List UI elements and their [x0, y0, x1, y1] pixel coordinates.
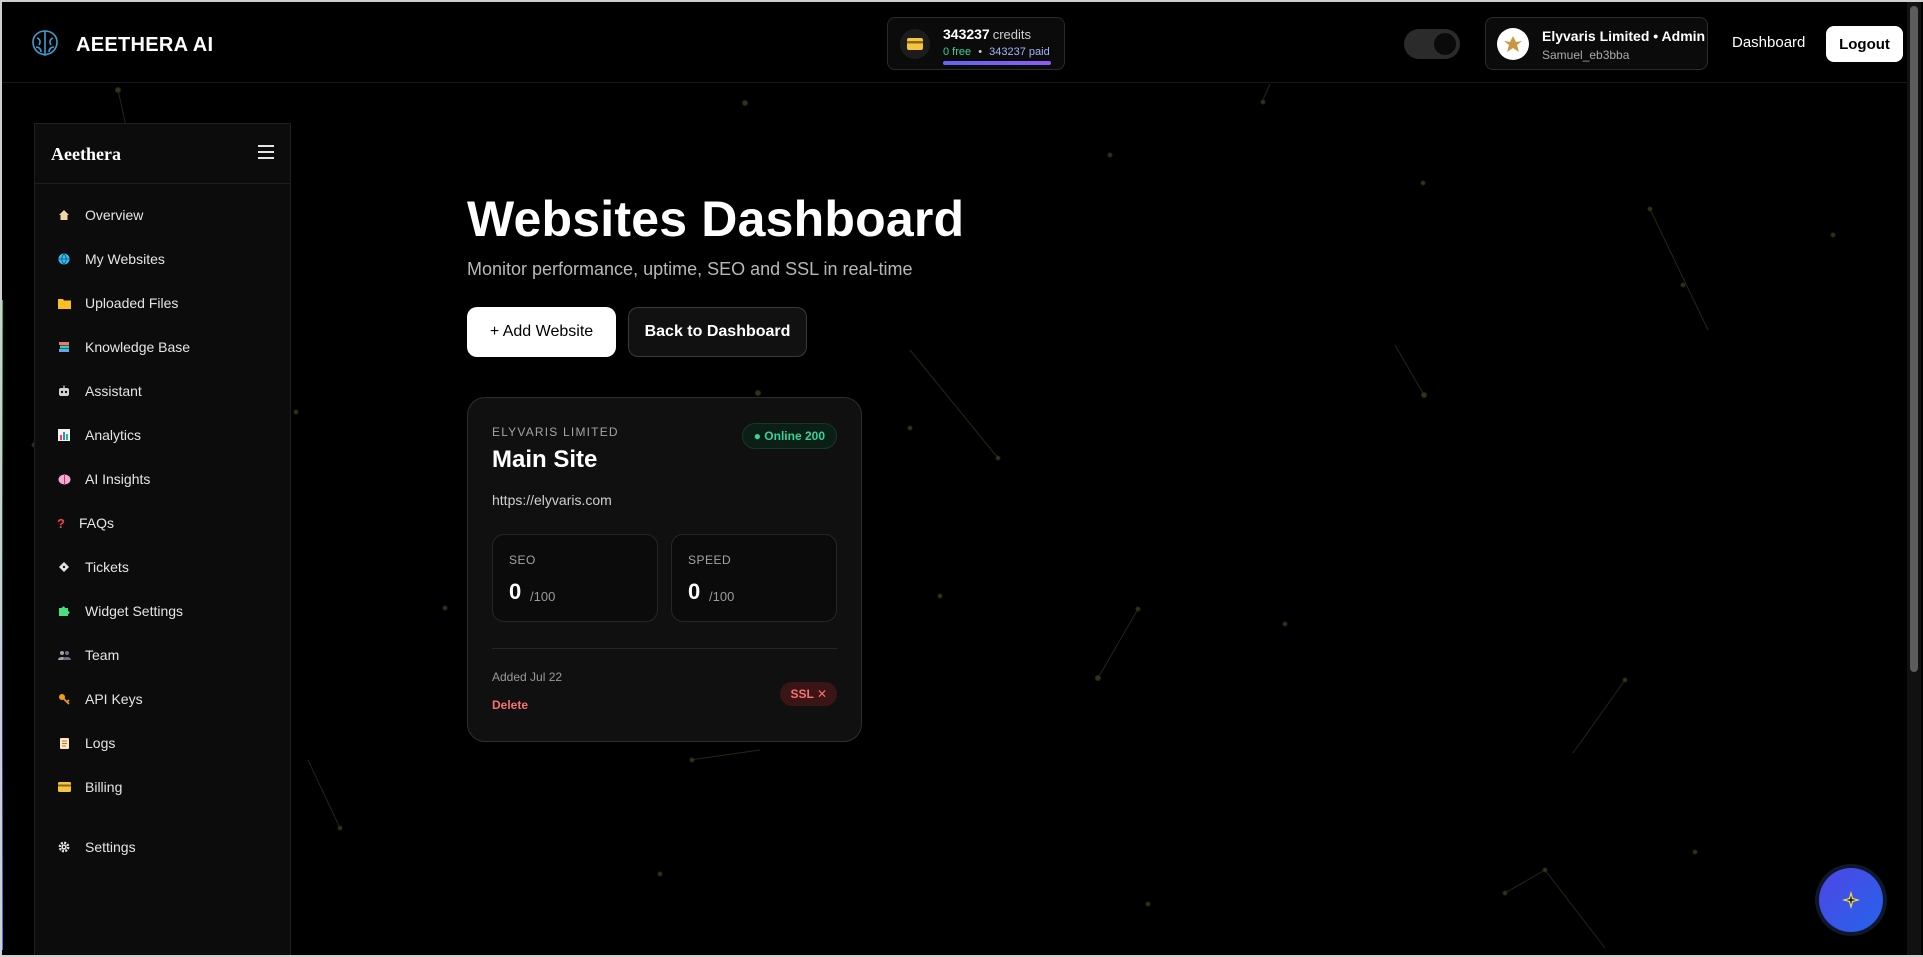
logout-button[interactable]: Logout	[1826, 26, 1903, 62]
sidebar-item-label: API Keys	[85, 691, 143, 707]
ai-assistant-fab[interactable]	[1819, 868, 1883, 932]
sidebar-item-api-keys[interactable]: API Keys	[57, 691, 143, 707]
speed-value: 0	[688, 579, 701, 604]
toggle-knob	[1434, 33, 1456, 55]
avatar	[1497, 28, 1529, 60]
sidebar-item-label: Tickets	[85, 559, 129, 575]
sidebar-item-label: Analytics	[85, 427, 142, 443]
user-menu[interactable]: Elyvaris Limited • Admin Samuel_eb3bba	[1485, 17, 1708, 70]
gear-icon	[57, 840, 71, 854]
scrollbar-thumb[interactable]	[1910, 6, 1918, 672]
bar-chart-icon	[57, 428, 71, 442]
credits-progress-bar	[943, 61, 1051, 65]
seo-label: SEO	[509, 553, 536, 567]
speed-metric: SPEED 0 /100	[671, 534, 837, 622]
sparkle-icon	[1842, 891, 1860, 909]
speed-label: SPEED	[688, 553, 732, 567]
credits-widget[interactable]: 343237 credits 0 free • 343237 paid	[887, 17, 1065, 70]
sidebar-item-faqs[interactable]: ? FAQs	[57, 515, 114, 531]
top-bar: AEETHERA AI 343237 credits 0 free • 34323…	[2, 2, 1907, 83]
website-owner: ELYVARIS LIMITED	[492, 425, 619, 439]
sidebar-item-settings[interactable]: Settings	[57, 839, 136, 855]
sidebar-item-label: Team	[85, 647, 120, 663]
sidebar-item-knowledge-base[interactable]: Knowledge Base	[57, 339, 190, 355]
question-icon: ?	[57, 515, 65, 531]
company-logo-icon	[1504, 36, 1522, 52]
sidebar-item-label: Settings	[85, 839, 136, 855]
ssl-badge: SSL ✕	[780, 682, 837, 706]
sidebar-item-label: AI Insights	[85, 471, 151, 487]
sidebar-item-analytics[interactable]: Analytics	[57, 427, 141, 443]
website-name: Main Site	[492, 446, 598, 473]
sidebar-item-tickets[interactable]: Tickets	[57, 559, 129, 575]
credits-amount: 343237 credits	[943, 26, 1032, 42]
sidebar-item-label: Assistant	[85, 383, 142, 399]
user-id: Samuel_eb3bba	[1542, 48, 1630, 62]
sidebar-item-label: My Websites	[85, 251, 165, 267]
sidebar-header: Aeethera	[35, 124, 290, 184]
books-icon	[57, 340, 71, 354]
brain-icon	[57, 472, 71, 486]
page-title: Websites Dashboard	[467, 191, 965, 247]
sidebar-item-label: FAQs	[79, 515, 115, 531]
folder-icon	[57, 296, 71, 310]
credits-breakdown: 0 free • 343237 paid	[943, 46, 1050, 58]
sidebar-item-widget-settings[interactable]: Widget Settings	[57, 603, 183, 619]
sidebar-item-uploaded-files[interactable]: Uploaded Files	[57, 295, 178, 311]
globe-icon	[57, 252, 71, 266]
home-icon	[57, 208, 71, 222]
user-name: Elyvaris Limited • Admin	[1542, 28, 1706, 44]
sidebar-item-label: Knowledge Base	[85, 339, 191, 355]
sidebar-item-label: Logs	[85, 735, 116, 751]
sidebar-item-my-websites[interactable]: My Websites	[57, 251, 165, 267]
sidebar: Aeethera Overview My Websites Uploaded F…	[34, 123, 291, 957]
credits-progress-fill	[943, 61, 1051, 65]
scroll-icon	[57, 736, 71, 750]
sidebar-item-billing[interactable]: Billing	[57, 779, 122, 795]
brain-logo-icon	[28, 26, 62, 65]
brand[interactable]: AEETHERA AI	[28, 26, 213, 65]
sidebar-item-team[interactable]: Team	[57, 647, 119, 663]
sidebar-item-ai-insights[interactable]: AI Insights	[57, 471, 150, 487]
robot-icon	[57, 384, 71, 398]
window-edge-strip	[0, 300, 3, 950]
credit-card-icon	[57, 780, 71, 794]
sidebar-item-label: Billing	[85, 779, 123, 795]
delete-button[interactable]: Delete	[492, 698, 528, 712]
card-divider	[492, 648, 837, 649]
people-icon	[57, 648, 71, 662]
sidebar-title: Aeethera	[51, 144, 121, 164]
sidebar-item-logs[interactable]: Logs	[57, 735, 115, 751]
page-subtitle: Monitor performance, uptime, SEO and SSL…	[467, 259, 913, 279]
page-scrollbar[interactable]	[1907, 2, 1921, 955]
sidebar-item-assistant[interactable]: Assistant	[57, 383, 142, 399]
sidebar-item-label: Widget Settings	[85, 603, 184, 619]
seo-max: /100	[530, 589, 556, 604]
status-badge: ● Online 200	[741, 423, 837, 449]
seo-value: 0	[509, 579, 522, 604]
speed-max: /100	[709, 589, 735, 604]
puzzle-icon	[57, 604, 71, 618]
website-card[interactable]: ELYVARIS LIMITED Main Site ● Online 200 …	[467, 397, 862, 742]
sidebar-item-overview[interactable]: Overview	[57, 207, 143, 223]
key-icon	[57, 692, 71, 706]
sidebar-item-label: Overview	[85, 207, 144, 223]
dashboard-link[interactable]: Dashboard	[1732, 34, 1805, 51]
added-date: Added Jul 22	[492, 670, 563, 684]
hamburger-menu-icon[interactable]	[258, 145, 274, 159]
sidebar-item-label: Uploaded Files	[85, 295, 179, 311]
ticket-icon	[57, 560, 71, 574]
back-to-dashboard-button[interactable]: Back to Dashboard	[628, 307, 807, 357]
theme-toggle[interactable]	[1404, 29, 1460, 59]
add-website-button[interactable]: + Add Website	[467, 307, 616, 357]
credit-card-icon	[900, 29, 930, 59]
brand-title: AEETHERA AI	[76, 34, 214, 56]
seo-metric: SEO 0 /100	[492, 534, 658, 622]
website-url[interactable]: https://elyvaris.com	[492, 492, 612, 508]
